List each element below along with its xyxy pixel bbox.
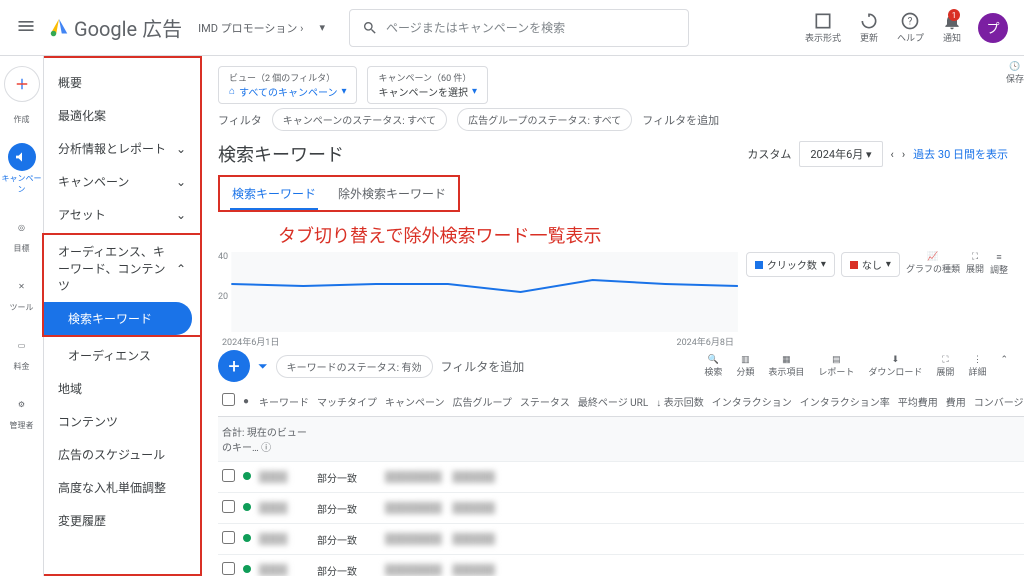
row-checkbox[interactable] bbox=[222, 469, 235, 482]
nav-audience-group[interactable]: オーディエンス、キーワード、コンテンツ⌃ bbox=[44, 235, 200, 302]
nav-change-history[interactable]: 変更履歴 bbox=[44, 504, 200, 537]
search-box[interactable]: ページまたはキャンペーンを検索 bbox=[349, 9, 689, 47]
tbl-download[interactable]: ⬇ダウンロード bbox=[868, 355, 922, 378]
date-prev[interactable]: ‹ bbox=[891, 148, 894, 161]
left-rail: 作成 キャンペーン ◎目標 ✕ツール ▭料金 ⚙管理者 bbox=[0, 56, 44, 576]
content: 🕓保存 ビュー（2 個のフィルタ） ⌂ すべてのキャンペーン ▾ キャンペーン（… bbox=[202, 56, 1024, 576]
view-selector[interactable]: ビュー（2 個のフィルタ） ⌂ すべてのキャンペーン ▾ bbox=[218, 66, 357, 104]
header: Google 広告 IMD プロモーション › ▾ ページまたはキャンペーンを検… bbox=[0, 0, 1024, 56]
rail-campaigns[interactable]: キャンペーン bbox=[2, 137, 42, 201]
save-icon[interactable]: 🕓保存 bbox=[1006, 62, 1024, 85]
status-chip[interactable]: キーワードのステータス: 有効 bbox=[276, 355, 433, 378]
nav-overview[interactable]: 概要 bbox=[44, 66, 200, 99]
row-checkbox[interactable] bbox=[222, 531, 235, 544]
campaign-selector[interactable]: キャンペーン（60 件） キャンペーンを選択 ▾ bbox=[367, 66, 488, 104]
nav-content[interactable]: コンテンツ bbox=[44, 405, 200, 438]
rail-create: 作成 bbox=[2, 108, 42, 131]
line-chart bbox=[218, 252, 738, 332]
search-icon bbox=[362, 20, 378, 36]
date-next[interactable]: › bbox=[902, 148, 905, 161]
compare-select[interactable]: なし ▾ bbox=[841, 252, 900, 277]
last-30-days[interactable]: 過去 30 日間を表示 bbox=[913, 146, 1008, 162]
help-icon[interactable]: ?ヘルプ bbox=[897, 11, 924, 44]
notification-icon[interactable]: 1通知 bbox=[942, 11, 962, 44]
tbl-collapse[interactable]: ⌃ bbox=[1000, 355, 1008, 378]
add-filter-table[interactable]: フィルタを追加 bbox=[441, 358, 525, 375]
rail-billing[interactable]: ▭料金 bbox=[2, 325, 42, 378]
table-toolbar: + ⏷ キーワードのステータス: 有効 フィルタを追加 🔍検索 ▥分類 ▦表示項… bbox=[218, 346, 1008, 386]
date-select[interactable]: 2024年6月 ▾ bbox=[799, 141, 882, 167]
nav-bid-adjustments[interactable]: 高度な入札単価調整 bbox=[44, 471, 200, 504]
keyword-tabs: 検索キーワード 除外検索キーワード bbox=[218, 175, 460, 212]
nav-locations[interactable]: 地域 bbox=[44, 372, 200, 405]
table-row[interactable]: ████部分一致██████████████ bbox=[218, 555, 1024, 576]
keywords-table: ● キーワード マッチタイプ キャンペーン 広告グループ ステータス 最終ページ… bbox=[218, 386, 1024, 576]
row-checkbox[interactable] bbox=[222, 500, 235, 513]
summary-row: 合計: 現在のビューのキー… ⓘ bbox=[218, 417, 1024, 462]
tbl-segment[interactable]: ▥分類 bbox=[736, 355, 754, 378]
page-title: 検索キーワード bbox=[218, 141, 344, 167]
breadcrumb[interactable]: IMD プロモーション › bbox=[198, 20, 303, 36]
metric-select[interactable]: クリック数 ▾ bbox=[746, 252, 835, 277]
nav-assets[interactable]: アセット⌄ bbox=[44, 198, 200, 231]
create-button[interactable] bbox=[4, 66, 40, 102]
tab-negative-keywords[interactable]: 除外検索キーワード bbox=[336, 181, 448, 210]
nav-campaigns[interactable]: キャンペーン⌄ bbox=[44, 165, 200, 198]
date-controls: カスタム 2024年6月 ▾ ‹ › 過去 30 日間を表示 bbox=[747, 141, 1008, 167]
date-custom-label: カスタム bbox=[747, 146, 791, 162]
filter-icon[interactable]: ⏷ bbox=[258, 359, 268, 374]
product-name: Google 広告 bbox=[74, 13, 182, 42]
chart-controls: クリック数 ▾ なし ▾ 📈グラフの種類 ⛶展開 ≡調整 bbox=[746, 252, 1008, 277]
table-header-row: ● キーワード マッチタイプ キャンペーン 広告グループ ステータス 最終ページ… bbox=[218, 386, 1024, 417]
side-nav: 概要 最適化案 分析情報とレポート⌄ キャンペーン⌄ アセット⌄ オーディエンス… bbox=[44, 56, 202, 576]
refresh-icon[interactable]: 更新 bbox=[859, 11, 879, 44]
filter-chip-adgroup[interactable]: 広告グループのステータス: すべて bbox=[457, 108, 632, 131]
display-format-icon[interactable]: 表示形式 bbox=[805, 11, 841, 44]
table-row[interactable]: ████部分一致██████████████ bbox=[218, 524, 1024, 555]
tbl-more[interactable]: ⋮詳細 bbox=[968, 355, 986, 378]
header-icons: 表示形式 更新 ?ヘルプ 1通知 bbox=[805, 11, 962, 44]
table-row[interactable]: ████部分一致██████████████ bbox=[218, 462, 1024, 493]
rail-tools[interactable]: ✕ツール bbox=[2, 266, 42, 319]
avatar[interactable]: プ bbox=[978, 13, 1008, 43]
filter-chip-campaign[interactable]: キャンペーンのステータス: すべて bbox=[272, 108, 447, 131]
logo[interactable]: Google 広告 bbox=[48, 13, 182, 42]
table-row[interactable]: ████部分一致██████████████ bbox=[218, 493, 1024, 524]
row-checkbox[interactable] bbox=[222, 562, 235, 575]
svg-text:?: ? bbox=[908, 16, 913, 27]
chart-expand[interactable]: ⛶展開 bbox=[966, 252, 984, 277]
tbl-report[interactable]: ▤レポート bbox=[818, 355, 854, 378]
tbl-columns[interactable]: ▦表示項目 bbox=[768, 355, 804, 378]
select-all[interactable] bbox=[222, 393, 235, 406]
nav-insights[interactable]: 分析情報とレポート⌄ bbox=[44, 132, 200, 165]
breadcrumb-dropdown[interactable]: ▾ bbox=[319, 21, 325, 34]
rail-goals[interactable]: ◎目標 bbox=[2, 207, 42, 260]
tab-search-keywords[interactable]: 検索キーワード bbox=[230, 181, 318, 210]
chart-area: 40 20 2024年6月1日 2024年6月8日 bbox=[218, 252, 738, 342]
menu-icon[interactable] bbox=[16, 16, 36, 39]
annotation: タブ切り替えで除外検索ワード一覧表示 bbox=[278, 222, 1008, 248]
search-placeholder: ページまたはキャンペーンを検索 bbox=[386, 19, 565, 36]
tbl-expand[interactable]: ⛶展開 bbox=[936, 355, 954, 378]
rail-admin[interactable]: ⚙管理者 bbox=[2, 384, 42, 437]
chart-type[interactable]: 📈グラフの種類 bbox=[906, 252, 960, 277]
add-keyword-button[interactable]: + bbox=[218, 350, 250, 382]
filter-label: フィルタ bbox=[218, 112, 262, 128]
nav-search-keywords[interactable]: 検索キーワード bbox=[44, 302, 192, 335]
nav-audience[interactable]: オーディエンス bbox=[44, 339, 200, 372]
tbl-search[interactable]: 🔍検索 bbox=[704, 355, 722, 378]
nav-recommendations[interactable]: 最適化案 bbox=[44, 99, 200, 132]
nav-ad-schedule[interactable]: 広告のスケジュール bbox=[44, 438, 200, 471]
chart-adjust[interactable]: ≡調整 bbox=[990, 252, 1008, 277]
add-filter[interactable]: フィルタを追加 bbox=[642, 112, 719, 128]
